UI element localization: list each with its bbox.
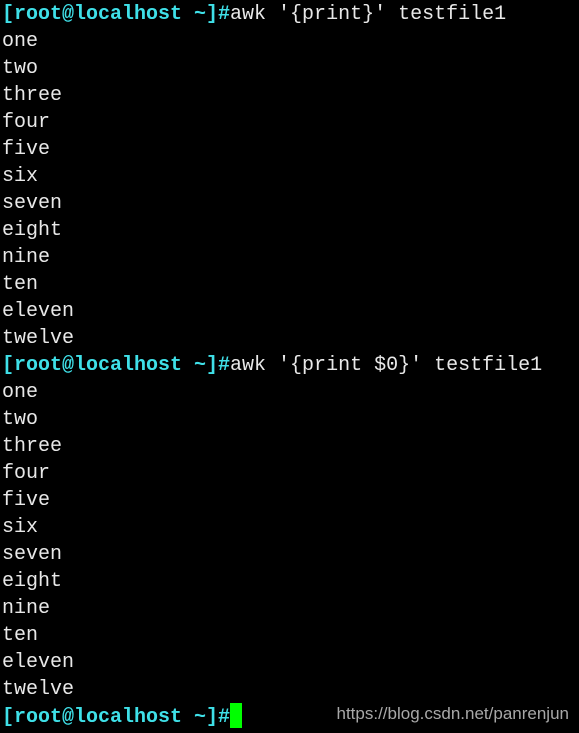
output-line: seven [2,541,542,568]
command-line: [root@localhost ~]#awk '{print $0}' test… [2,352,542,379]
output-text: ten [2,624,39,647]
shell-prompt: [root@localhost ~]# [2,354,231,377]
output-line: four [2,460,542,487]
output-text: seven [2,192,63,215]
output-line: ten [2,271,542,298]
output-line: twelve [2,676,542,703]
output-text: eight [2,570,63,593]
output-text: three [2,435,63,458]
output-line: eight [2,217,542,244]
command-text: awk '{print}' testfile1 [230,3,507,26]
output-line: five [2,136,542,163]
output-line: one [2,379,542,406]
output-text: six [2,165,39,188]
output-text: two [2,57,39,80]
output-line: eight [2,568,542,595]
output-line: eleven [2,298,542,325]
output-line: four [2,109,542,136]
output-line: five [2,487,542,514]
output-text: four [2,462,51,485]
output-text: five [2,489,51,512]
output-line: two [2,406,542,433]
output-text: ten [2,273,39,296]
output-text: three [2,84,63,107]
output-text: nine [2,597,51,620]
cursor [230,703,243,728]
output-line: nine [2,244,542,271]
output-text: one [2,30,39,53]
terminal-output[interactable]: [root@localhost ~]#awk '{print}' testfil… [2,1,542,730]
shell-prompt: [root@localhost ~]# [2,706,231,729]
output-text: one [2,381,39,404]
watermark: https://blog.csdn.net/panrenjun [336,704,570,723]
output-text: seven [2,543,63,566]
output-text: eleven [2,300,75,323]
command-line: [root@localhost ~]#awk '{print}' testfil… [2,1,542,28]
output-line: three [2,82,542,109]
output-text: nine [2,246,51,269]
output-text: eleven [2,651,75,674]
output-line: three [2,433,542,460]
output-line: six [2,514,542,541]
output-line: seven [2,190,542,217]
output-text: eight [2,219,63,242]
output-line: six [2,163,542,190]
shell-prompt: [root@localhost ~]# [2,3,231,26]
output-line: ten [2,622,542,649]
output-line: twelve [2,325,542,352]
output-text: two [2,408,39,431]
output-line: one [2,28,542,55]
output-line: two [2,55,542,82]
output-text: twelve [2,327,75,350]
output-text: six [2,516,39,539]
output-text: four [2,111,51,134]
output-text: five [2,138,51,161]
output-line: nine [2,595,542,622]
output-text: twelve [2,678,75,701]
output-line: eleven [2,649,542,676]
command-text: awk '{print $0}' testfile1 [230,354,543,377]
